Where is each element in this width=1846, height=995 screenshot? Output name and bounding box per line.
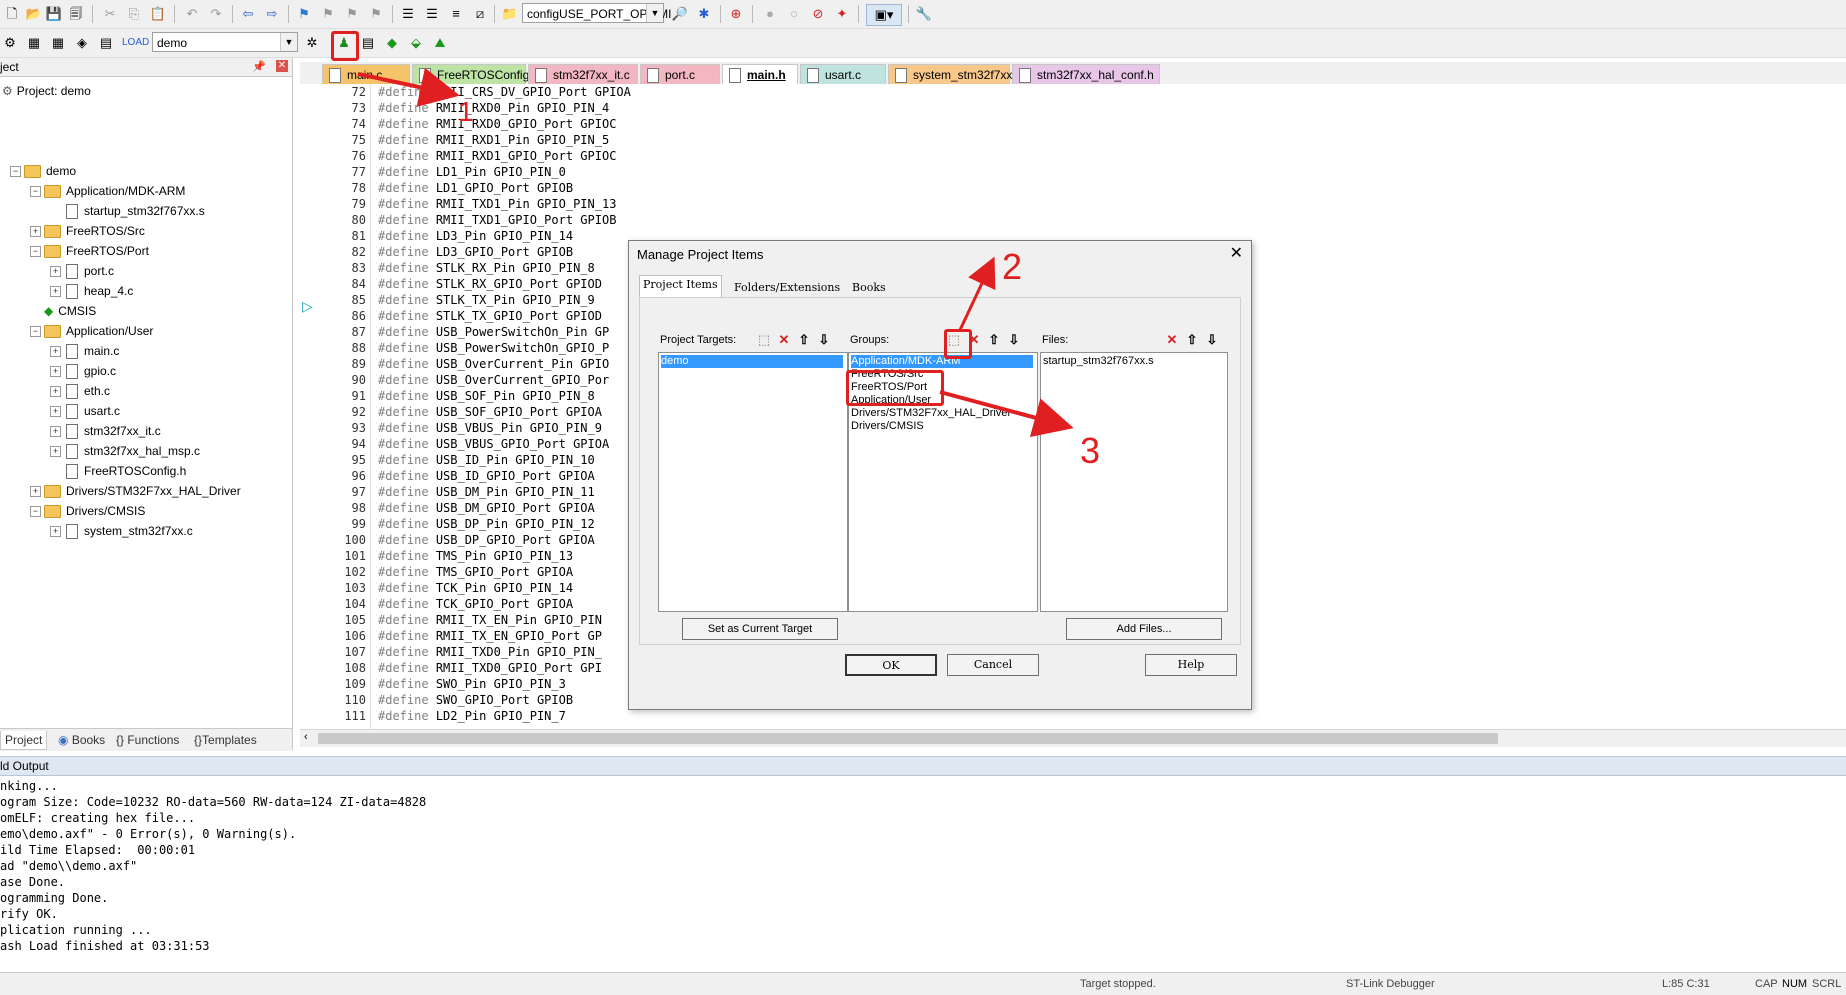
arrow-2 xyxy=(958,256,996,331)
annotation-number-3: 3 xyxy=(1080,430,1101,471)
arrow-1 xyxy=(357,67,460,107)
annotation-number-1: 1 xyxy=(458,96,474,127)
annotation-arrows xyxy=(357,67,1074,437)
annotation-number-2: 2 xyxy=(1002,246,1023,287)
arrow-3 xyxy=(939,390,1074,437)
